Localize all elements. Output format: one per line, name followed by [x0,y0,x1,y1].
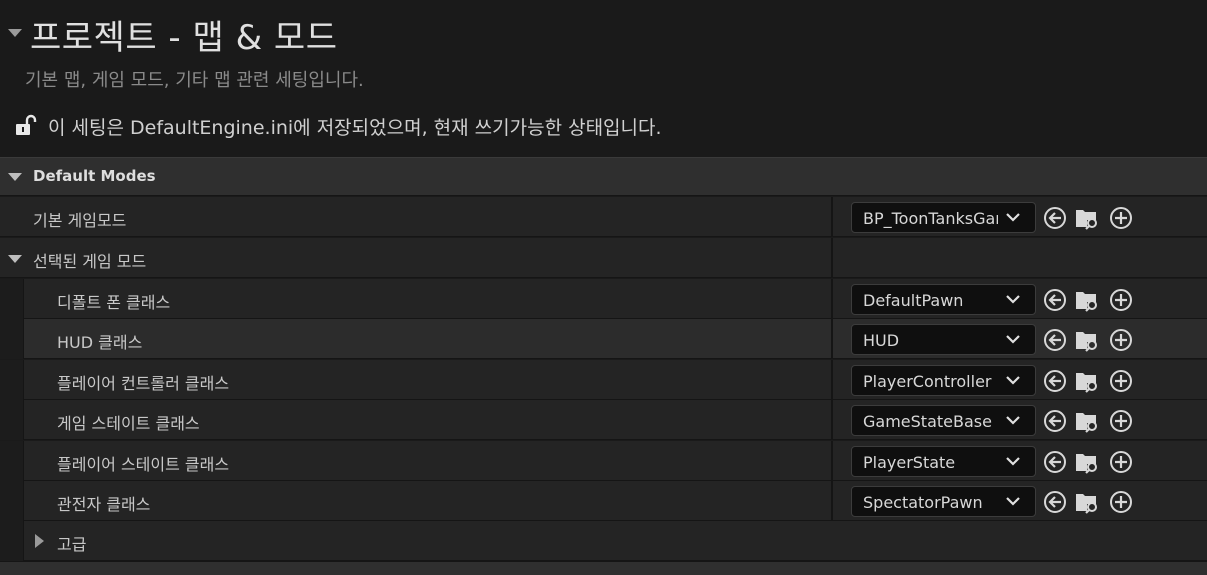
section-caret-icon[interactable] [8,173,22,181]
add-plus-icon[interactable] [1109,490,1133,514]
class-combo-value: SpectatorPawn [863,493,983,512]
advanced-label: 고급 [57,535,87,554]
column-divider[interactable] [831,400,833,440]
class-row-label: 플레이어 스테이트 클래스 [57,455,230,474]
browse-folder-icon[interactable] [1075,328,1099,352]
chevron-down-icon [1006,295,1020,304]
use-selected-arrow-icon[interactable] [1043,369,1067,393]
chevron-down-icon [1006,416,1020,425]
indent-gutter [0,319,24,359]
use-selected-arrow-icon[interactable] [1043,450,1067,474]
browse-folder-icon[interactable] [1075,206,1099,230]
chevron-down-icon [1006,457,1020,466]
indent-gutter [0,481,24,521]
class-combo[interactable]: PlayerController [851,365,1036,396]
class-combo-value: HUD [863,331,900,350]
add-plus-icon[interactable] [1109,450,1133,474]
page-title: 프로젝트 - 맵 & 모드 [30,18,338,58]
use-selected-arrow-icon[interactable] [1043,409,1067,433]
use-selected-arrow-icon[interactable] [1043,490,1067,514]
class-combo-value: PlayerState [863,453,956,472]
page-subtitle: 기본 맵, 게임 모드, 기타 맵 관련 세팅입니다. [25,70,364,91]
indent-gutter [0,441,24,481]
use-selected-arrow-icon[interactable] [1043,206,1067,230]
class-combo-value: GameStateBase [863,412,992,431]
class-row: 디폴트 폰 클래스 DefaultPawn [0,279,1207,319]
add-plus-icon[interactable] [1109,328,1133,352]
browse-folder-icon[interactable] [1075,450,1099,474]
class-row: 게임 스테이트 클래스 GameStateBase [0,400,1207,440]
settings-header: 프로젝트 - 맵 & 모드 기본 맵, 게임 모드, 기타 맵 관련 세팅입니다… [0,0,1207,157]
column-divider[interactable] [831,197,833,237]
config-notice: 이 세팅은 DefaultEngine.ini에 저장되었으며, 현재 쓰기가능… [48,117,662,139]
add-plus-icon[interactable] [1109,369,1133,393]
column-divider[interactable] [831,319,833,359]
column-divider[interactable] [831,279,833,319]
default-gamemode-row: 기본 게임모드 BP_ToonTanksGameMode [0,197,1207,237]
default-gamemode-combo[interactable]: BP_ToonTanksGameMode [851,202,1036,233]
add-plus-icon[interactable] [1109,206,1133,230]
section-label: Default Modes [33,167,156,185]
next-section-header[interactable] [0,561,1207,575]
lock-open-icon [16,114,37,135]
advanced-row[interactable]: 고급 [0,521,1207,561]
selected-gamemode-row[interactable]: 선택된 게임 모드 [0,238,1207,278]
class-combo-value: DefaultPawn [863,291,964,310]
class-combo-value: PlayerController [863,372,992,391]
class-combo[interactable]: DefaultPawn [851,284,1036,315]
class-row: 플레이어 스테이트 클래스 PlayerState [0,441,1207,481]
chevron-down-icon [1006,376,1020,385]
section-default-modes[interactable]: Default Modes [0,157,1207,196]
expand-caret-icon[interactable] [35,534,44,548]
browse-folder-icon[interactable] [1075,409,1099,433]
class-row-label: 게임 스테이트 클래스 [57,414,200,433]
class-row-label: 플레이어 컨트롤러 클래스 [57,374,230,393]
browse-folder-icon[interactable] [1075,490,1099,514]
use-selected-arrow-icon[interactable] [1043,288,1067,312]
indent-gutter [0,400,24,440]
default-gamemode-label: 기본 게임모드 [33,211,127,230]
column-divider[interactable] [831,360,833,400]
class-combo[interactable]: PlayerState [851,446,1036,477]
use-selected-arrow-icon[interactable] [1043,328,1067,352]
class-row-label: HUD 클래스 [57,333,143,352]
column-divider[interactable] [831,238,833,278]
browse-folder-icon[interactable] [1075,369,1099,393]
class-combo[interactable]: HUD [851,324,1036,355]
class-row-label: 관전자 클래스 [57,495,151,514]
chevron-down-icon [1006,335,1020,344]
column-divider[interactable] [831,481,833,521]
class-combo[interactable]: GameStateBase [851,405,1036,436]
title-collapse-caret-icon[interactable] [8,29,22,37]
add-plus-icon[interactable] [1109,288,1133,312]
class-row-label: 디폴트 폰 클래스 [57,293,171,312]
chevron-down-icon [1006,213,1020,222]
add-plus-icon[interactable] [1109,409,1133,433]
class-combo[interactable]: SpectatorPawn [851,486,1036,517]
class-row: 관전자 클래스 SpectatorPawn [0,481,1207,521]
default-gamemode-value: BP_ToonTanksGameMode [863,209,998,228]
browse-folder-icon[interactable] [1075,288,1099,312]
class-row: HUD 클래스 HUD [0,319,1207,359]
class-row: 플레이어 컨트롤러 클래스 PlayerController [0,360,1207,400]
selected-gamemode-label: 선택된 게임 모드 [33,252,147,271]
indent-gutter [0,521,24,561]
indent-gutter [0,360,24,400]
indent-gutter [0,279,24,319]
chevron-down-icon [1006,497,1020,506]
column-divider[interactable] [831,441,833,481]
group-caret-icon[interactable] [8,255,22,263]
